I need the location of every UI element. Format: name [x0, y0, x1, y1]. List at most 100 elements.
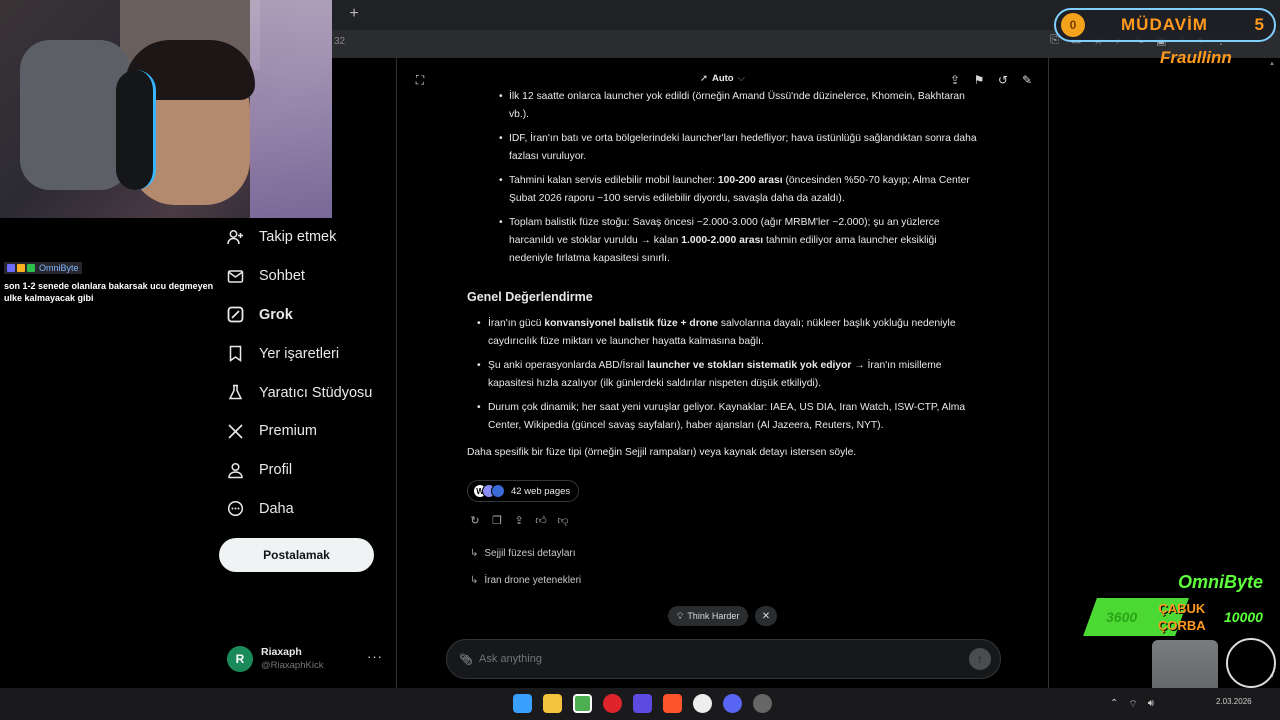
reply-arrow-icon: ↳: [470, 548, 479, 559]
text-run: İran'ın gücü: [488, 318, 545, 329]
webcam-overlay: [0, 0, 332, 218]
sidebar-item-profile[interactable]: Profil: [226, 451, 396, 490]
text-run: Şu anki operasyonlarda ABD/İsrail: [488, 360, 648, 371]
account-name: Riaxaph: [261, 646, 302, 658]
post-button[interactable]: Postalamak: [219, 538, 374, 572]
grok-response: İlk 12 saatte onlarca launcher yok edild…: [467, 88, 977, 462]
bold-text: launcher ve stokları sistematik yok ediy…: [647, 360, 852, 371]
mascot-icon: [1226, 638, 1276, 688]
source-favicons: W: [473, 484, 505, 498]
x-logo-icon: [226, 422, 244, 440]
regenerate-icon[interactable]: ↻: [469, 515, 481, 527]
bookmark-icon[interactable]: ⚑: [972, 73, 986, 87]
scroll-up-icon[interactable]: ▲: [1269, 61, 1277, 69]
share-icon[interactable]: ⇪: [948, 73, 962, 87]
reply-arrow-icon: ↳: [470, 575, 479, 586]
ask-input[interactable]: [479, 653, 969, 665]
bullet-item: İran'ın gücü konvansiyonel balistik füze…: [467, 315, 977, 351]
suggestion-item[interactable]: ↳ İran drone yetenekleri: [470, 575, 581, 586]
chevron-down-icon: ⌵: [737, 73, 745, 84]
clock[interactable]: 2.03.2026: [1216, 696, 1252, 707]
rocket-icon: ➚: [700, 73, 708, 84]
thumbs-down-icon[interactable]: 👎︎: [557, 515, 569, 527]
text-run: İlk 12 saatte onlarca launcher yok edild…: [509, 91, 965, 120]
mudavim-label: MÜDAVİM: [1121, 15, 1208, 34]
network-icon[interactable]: ⌔: [1128, 698, 1137, 711]
brave-icon[interactable]: [663, 694, 682, 713]
chevron-up-icon[interactable]: ⌃: [1110, 698, 1118, 711]
speaker-icon[interactable]: 🔊︎: [1148, 698, 1154, 711]
closing-text: Daha spesifik bir füze tipi (örneğin Sej…: [467, 447, 857, 458]
think-harder-label: Think Harder: [687, 611, 740, 621]
thumbs-up-icon[interactable]: 👍︎: [535, 515, 547, 527]
chat-message: OmniByte son 1-2 senede olanlara bakarsa…: [4, 259, 228, 304]
more-icon: [226, 500, 244, 518]
sources-label: 42 web pages: [511, 485, 571, 497]
attach-icon[interactable]: 📎︎: [459, 653, 473, 666]
badge-icon: [27, 264, 35, 272]
share-icon[interactable]: ⇪: [513, 515, 525, 527]
launcher-bullets: İlk 12 saatte onlarca launcher yok edild…: [467, 88, 977, 268]
text-run: IDF, İran'ın batı ve orta bölgelerindeki…: [509, 133, 977, 162]
windows-start-icon[interactable]: [513, 694, 532, 713]
sidebar-item-follow[interactable]: Takip etmek: [226, 218, 396, 257]
text-run: Durum çok dinamik; her saat yeni vuruşla…: [488, 402, 966, 431]
sidebar-item-chat[interactable]: Sohbet: [226, 257, 396, 296]
app-icon[interactable]: [633, 694, 652, 713]
bullet-item: Şu anki operasyonlarda ABD/İsrail launch…: [467, 357, 977, 393]
sidebar-item-bookmarks[interactable]: Yer işaretleri: [226, 334, 396, 373]
discord-icon[interactable]: [723, 694, 742, 713]
section-heading: Genel Değerlendirme: [467, 290, 593, 304]
new-tab-button[interactable]: +: [344, 4, 364, 24]
grok-icon: [226, 306, 244, 324]
opera-icon[interactable]: [603, 694, 622, 713]
sidebar-item-label: Premium: [259, 423, 318, 440]
sources-button[interactable]: W 42 web pages: [467, 480, 580, 502]
history-icon[interactable]: ↺: [996, 73, 1010, 87]
settings-icon[interactable]: [753, 694, 772, 713]
bullet-item: IDF, İran'ın batı ve orta bölgelerindeki…: [467, 130, 977, 166]
copy-icon[interactable]: ❐: [491, 515, 503, 527]
omni-left-value: 3600: [1106, 609, 1138, 625]
mode-selector[interactable]: ➚ Auto ⌵: [700, 73, 745, 84]
sidebar-item-premium[interactable]: Premium: [226, 412, 396, 451]
mudavim-count: 5: [1254, 15, 1264, 34]
omni-right-value: 10000: [1224, 609, 1263, 625]
bullet-item: Toplam balistik füze stoğu: Savaş öncesi…: [467, 214, 977, 268]
system-tray: ⌃ ⌔ 🔊︎: [1110, 698, 1154, 711]
avatar: R: [227, 646, 253, 672]
source-icon: [491, 484, 505, 498]
sidebar-item-label: Daha: [259, 500, 294, 517]
ask-bar: 📎︎ ↑: [446, 639, 1001, 679]
column-divider: [1048, 58, 1049, 688]
file-explorer-icon[interactable]: [543, 694, 562, 713]
omni-mid-label: ÇABUK ÇORBA: [1158, 601, 1206, 633]
suggestion-label: Sejjil füzesi detayları: [484, 548, 576, 559]
webcam-chair: [20, 40, 130, 190]
new-chat-icon[interactable]: ✎: [1020, 73, 1034, 87]
account-more-icon[interactable]: ···: [367, 649, 383, 664]
sidebar-item-grok[interactable]: Grok: [226, 296, 396, 335]
suggestion-item[interactable]: ↳ Sejjil füzesi detayları: [470, 548, 576, 559]
close-icon[interactable]: ✕: [755, 606, 777, 626]
sidebar-item-studio[interactable]: Yaratıcı Stüdyosu: [226, 373, 396, 412]
headphones-icon: [116, 70, 156, 190]
sidebar-nav: Takip etmek Sohbet Grok Yer işaretleri Y…: [226, 218, 396, 528]
mudavim-overlay: 0 MÜDAVİM 5: [1054, 8, 1276, 42]
chat-icon: [226, 267, 244, 285]
chat-text: son 1-2 senede olanlara bakarsak ucu deg…: [4, 281, 214, 303]
account-switcher[interactable]: R Riaxaph @RiaxaphKick ···: [227, 645, 387, 673]
think-harder-button[interactable]: 💡︎ Think Harder: [668, 606, 749, 626]
omni-title: OmniByte: [1178, 572, 1264, 592]
send-icon[interactable]: ↑: [969, 648, 991, 670]
chat-username: OmniByte: [39, 263, 79, 273]
sidebar-item-label: Sohbet: [259, 268, 305, 285]
expand-icon[interactable]: ⛶: [413, 73, 427, 87]
chrome-icon[interactable]: [573, 694, 592, 713]
bold-text: konvansiyonel balistik füze + drone: [544, 318, 719, 329]
response-actions: ↻ ❐ ⇪ 👍︎ 👎︎: [469, 515, 569, 527]
sidebar-item-more[interactable]: Daha: [226, 490, 396, 529]
follow-icon: [226, 228, 244, 246]
chatgpt-icon[interactable]: [693, 694, 712, 713]
chat-badges: OmniByte: [4, 262, 82, 274]
